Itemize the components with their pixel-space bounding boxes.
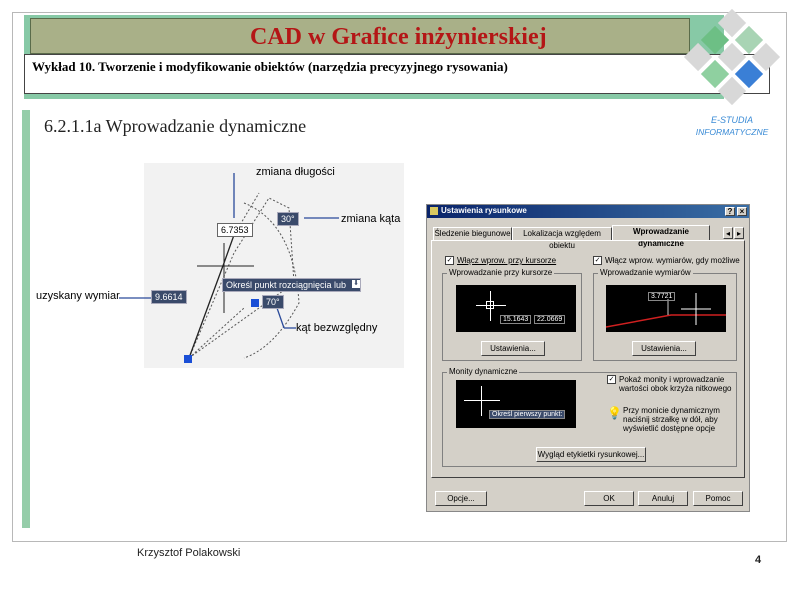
dynamic-prompts-group-label: Monity dynamiczne [447, 367, 520, 376]
tab-scroll-left-icon[interactable]: ◂ [723, 227, 733, 239]
help-button[interactable]: Pomoc [693, 491, 743, 506]
dynamic-input-illustration: zmiana długości zmiana kąta uzyskany wym… [34, 163, 404, 368]
tab-object-snap-tracking[interactable]: Lokalizacja względem obiektu [512, 227, 612, 250]
prompt-tooltip: Określ punkt rozciągnięcia lub [222, 278, 362, 292]
tab-scroll-right-icon[interactable]: ▸ [734, 227, 744, 239]
dimension-input-checkbox[interactable]: ✓ [593, 256, 602, 265]
e-studia-logo-icon: E-STUDIA INFORMATYCZNE [683, 8, 781, 137]
pointer-input-label: Włącz wprow. przy kursorze [457, 256, 557, 265]
dimension-input-label: Włącz wprow. wymiarów, gdy możliwe [605, 256, 740, 265]
logo-text-2: INFORMATYCZNE [696, 127, 769, 137]
close-icon[interactable]: × [737, 207, 747, 216]
dimension-preview-value: 3.7721 [648, 292, 676, 301]
page-title: CAD w Grafice inżynierskiej [250, 24, 547, 50]
pointer-preview: 15.1643 22.0669 [456, 285, 576, 332]
tab-dynamic-input[interactable]: Wprowadzanie dynamiczne [612, 225, 710, 248]
arrow-down-icon: ⬇ [352, 280, 360, 288]
dimension-input-group-label: Wprowadzanie wymiarów [598, 268, 693, 277]
dimension-settings-button[interactable]: Ustawienia... [632, 341, 696, 356]
label-length-change: zmiana długości [256, 166, 335, 178]
pointer-x-value: 15.1643 [500, 315, 532, 324]
ok-button[interactable]: OK [584, 491, 634, 506]
show-prompts-checkbox[interactable]: ✓ [607, 375, 616, 384]
pointer-settings-button[interactable]: Ustawienia... [481, 341, 545, 356]
pointer-input-checkbox[interactable]: ✓ [445, 256, 454, 265]
page-number: 4 [755, 554, 762, 566]
appearance-button[interactable]: Wygląd etykietki rysunkowej... [536, 447, 646, 462]
prompts-preview: Określ pierwszy punkt: [456, 380, 576, 428]
label-angle-change: zmiana kąta [341, 213, 401, 225]
angle-value-box: 30° [277, 212, 299, 226]
illustration-drawing [119, 163, 404, 368]
length-value-box: 6.7353 [217, 223, 253, 237]
help-icon[interactable]: ? [725, 207, 735, 216]
drafting-settings-dialog: Ustawienia rysunkowe ? × Śledzenie biegu… [426, 204, 750, 512]
abs-angle-value-box: 70° [262, 295, 284, 309]
section-title: 6.2.1.1a Wprowadzanie dynamiczne [44, 116, 307, 136]
lecture-title: Wykład 10. Tworzenie i modyfikowanie obi… [32, 59, 508, 74]
dialog-titlebar: Ustawienia rysunkowe ? × [427, 205, 749, 218]
label-abs-angle: kąt bezwzględny [296, 322, 378, 334]
show-prompts-label: Pokaż monity i wprowadzanie wartości obo… [619, 375, 732, 393]
footer-author: Krzysztof Polakowski [137, 547, 241, 559]
prompt-sample: Określ pierwszy punkt: [489, 410, 566, 419]
pointer-input-group-label: Wprowadzanie przy kursorze [447, 268, 555, 277]
lightbulb-icon: 💡 [607, 406, 622, 420]
left-accent-bar [22, 110, 30, 528]
app-icon [430, 207, 438, 215]
options-button[interactable]: Opcje... [435, 491, 487, 506]
prompt-text: Określ punkt rozciągnięcia lub [226, 280, 347, 290]
cancel-button[interactable]: Anuluj [638, 491, 688, 506]
pointer-y-value: 22.0669 [534, 315, 566, 324]
dimension-value-box: 9.6614 [151, 290, 187, 304]
dialog-title: Ustawienia rysunkowe [441, 206, 527, 215]
logo-text-1: E-STUDIA [711, 115, 753, 125]
tab-polar-tracking[interactable]: Śledzenie biegunowe [433, 227, 512, 240]
info-text: Przy monicie dynamicznym naciśnij strzał… [623, 406, 720, 433]
dimension-preview: 3.7721 [606, 285, 726, 332]
label-dimension: uzyskany wymiar [36, 290, 120, 302]
